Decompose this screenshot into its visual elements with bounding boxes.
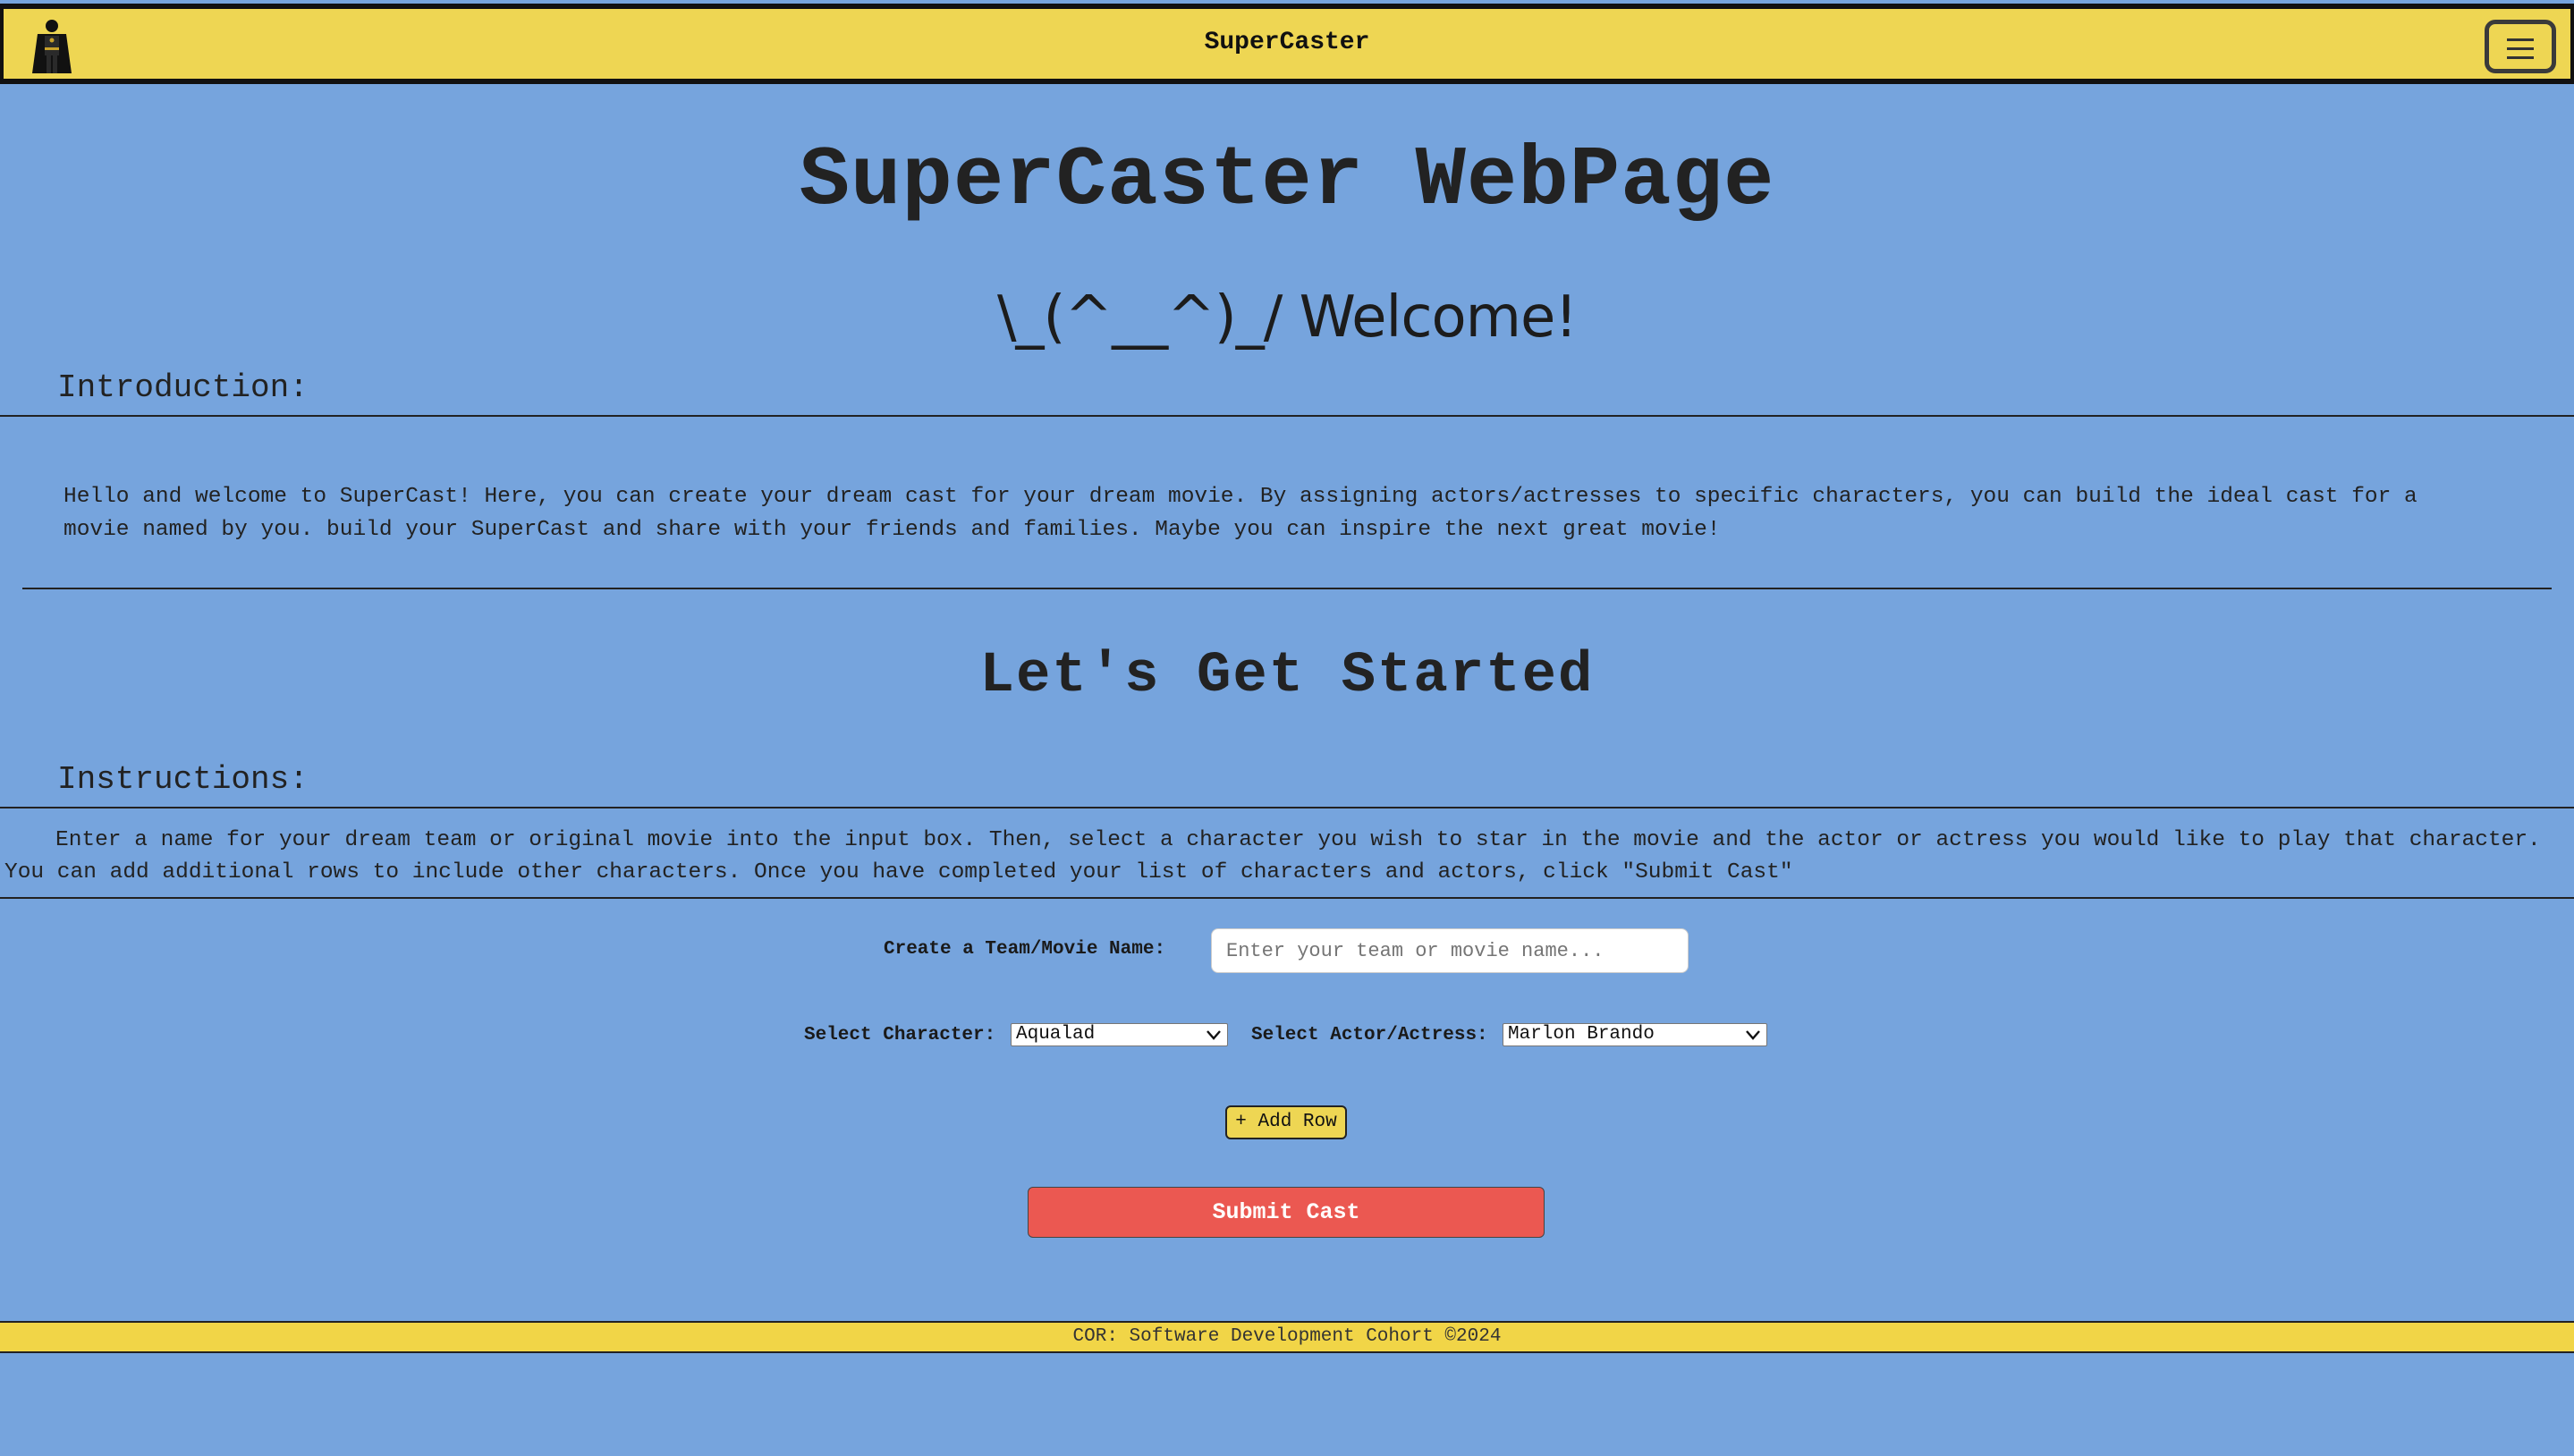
chevron-down-icon	[1206, 1027, 1222, 1043]
footer: COR: Software Development Cohort ©2024	[0, 1321, 2574, 1353]
getting-started-title: Let's Get Started	[979, 644, 1595, 708]
character-select[interactable]: Aqualad	[1011, 1023, 1228, 1046]
introduction-divider-top	[0, 415, 2574, 417]
actor-select[interactable]: Marlon Brando	[1503, 1023, 1767, 1046]
navbar: SuperCaster	[0, 4, 2574, 84]
actor-select-value: Marlon Brando	[1508, 1024, 1655, 1045]
introduction-divider-bottom	[22, 588, 2552, 589]
instructions-divider-top	[0, 807, 2574, 808]
add-row-button[interactable]: + Add Row	[1225, 1105, 1347, 1139]
introduction-heading: Introduction:	[57, 369, 309, 406]
instructions-text: Enter a name for your dream team or orig…	[4, 828, 2541, 885]
team-name-label: Create a Team/Movie Name:	[884, 939, 1166, 960]
instructions-divider-bottom	[0, 897, 2574, 899]
navbar-brand[interactable]: SuperCaster	[4, 29, 2570, 56]
chevron-down-icon	[1745, 1027, 1761, 1043]
actor-select-label: Select Actor/Actress:	[1251, 1025, 1488, 1045]
footer-text: COR: Software Development Cohort ©2024	[1072, 1326, 1502, 1347]
page-title: SuperCaster WebPage	[799, 134, 1775, 229]
instructions-heading: Instructions:	[57, 761, 309, 798]
character-select-value: Aqualad	[1016, 1024, 1096, 1045]
menu-toggle-button[interactable]	[2485, 20, 2556, 73]
introduction-text: Hello and welcome to SuperCast! Here, yo…	[64, 485, 2417, 542]
team-name-input[interactable]	[1211, 928, 1689, 973]
character-select-label: Select Character:	[804, 1025, 996, 1045]
submit-cast-button[interactable]: Submit Cast	[1028, 1187, 1545, 1238]
welcome-message: \_(^__^)_/ Welcome!	[996, 284, 1578, 351]
